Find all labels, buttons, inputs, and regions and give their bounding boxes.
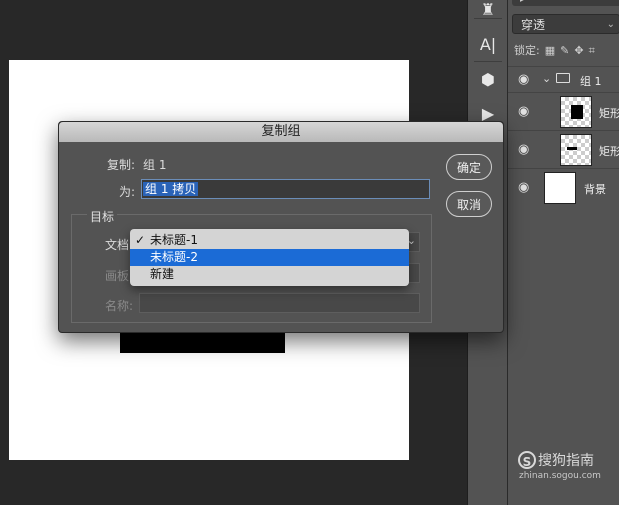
dialog-title: 复制组 bbox=[59, 122, 503, 142]
lock-label: 锁定: bbox=[514, 44, 540, 57]
blend-mode-value: 穿透 bbox=[521, 18, 546, 32]
layer-row-rect2[interactable]: ◉ 矩形 bbox=[508, 130, 619, 169]
lock-position-icon[interactable]: ✥ bbox=[574, 44, 583, 57]
lock-paint-icon[interactable]: ✎ bbox=[560, 44, 569, 57]
watermark-text: 搜狗指南 bbox=[538, 453, 594, 469]
option-label: 未标题-1 bbox=[150, 233, 198, 247]
sogou-logo-icon: S bbox=[518, 451, 536, 469]
layer-name: 矩形 bbox=[599, 145, 619, 158]
as-label: 为: bbox=[119, 185, 136, 199]
artboard-label: 画板 bbox=[105, 269, 130, 283]
layer-thumbnail bbox=[544, 172, 576, 204]
visibility-eye-icon[interactable]: ◉ bbox=[518, 104, 529, 119]
as-name-input[interactable]: 组 1 拷贝 bbox=[141, 179, 430, 199]
duplicate-value: 组 1 bbox=[143, 158, 167, 172]
layers-panel: ▸ 穿透 ⌄ 锁定: ▦ ✎ ✥ ⌗ ◉ ⌄ 组 1 ◉ 矩形 ◉ 矩形 ◉ 背景 bbox=[507, 0, 619, 505]
document-dropdown-menu: ✓ 未标题-1 未标题-2 新建 bbox=[130, 229, 409, 286]
text-options-icon[interactable]: A| bbox=[468, 27, 508, 61]
as-name-value: 组 1 拷贝 bbox=[143, 182, 199, 196]
dropdown-option-highlighted[interactable]: 未标题-2 bbox=[130, 249, 409, 266]
name-label: 名称: bbox=[105, 299, 134, 313]
stamp-icon[interactable]: ♜ bbox=[468, 0, 508, 19]
lock-row: 锁定: ▦ ✎ ✥ ⌗ bbox=[514, 42, 600, 60]
ok-button[interactable]: 确定 bbox=[446, 154, 492, 180]
layer-thumbnail bbox=[560, 134, 592, 166]
duplicate-label: 复制: bbox=[107, 158, 136, 172]
dropdown-option[interactable]: ✓ 未标题-1 bbox=[130, 232, 409, 249]
watermark: S 搜狗指南 bbox=[518, 450, 594, 470]
layer-name: 矩形 bbox=[599, 107, 619, 120]
name-input[interactable] bbox=[139, 293, 420, 313]
layer-name: 组 1 bbox=[580, 75, 602, 88]
duplicate-group-dialog: 复制组 复制: 组 1 为: 组 1 拷贝 目标 文档 ⌄ 画板 名称: 确定 … bbox=[58, 121, 504, 333]
checkmark-icon: ✓ bbox=[135, 233, 146, 247]
layer-name: 背景 bbox=[584, 183, 606, 196]
visibility-eye-icon[interactable]: ◉ bbox=[518, 180, 529, 195]
chevron-down-icon: ⌄ bbox=[606, 19, 615, 30]
layer-filter-dropdown[interactable]: ▸ bbox=[512, 0, 619, 6]
layer-thumbnail bbox=[560, 96, 592, 128]
layer-row-group[interactable]: ◉ ⌄ 组 1 bbox=[508, 66, 619, 93]
cancel-button[interactable]: 取消 bbox=[446, 191, 492, 217]
visibility-eye-icon[interactable]: ◉ bbox=[518, 142, 529, 157]
blend-mode-select[interactable]: 穿透 ⌄ bbox=[512, 14, 619, 34]
document-label: 文档 bbox=[105, 238, 130, 252]
dropdown-option[interactable]: 新建 bbox=[130, 266, 409, 283]
expand-chevron-icon[interactable]: ⌄ bbox=[542, 72, 551, 85]
lock-artboard-icon[interactable]: ⌗ bbox=[589, 44, 595, 57]
option-label: 未标题-2 bbox=[150, 250, 198, 264]
target-legend: 目标 bbox=[87, 208, 118, 225]
3d-cube-icon[interactable]: ⬢ bbox=[468, 62, 508, 96]
layer-row-rect1[interactable]: ◉ 矩形 bbox=[508, 92, 619, 131]
lock-transparency-icon[interactable]: ▦ bbox=[545, 44, 555, 57]
black-rectangle-shape bbox=[120, 332, 285, 353]
visibility-eye-icon[interactable]: ◉ bbox=[518, 72, 529, 87]
option-label: 新建 bbox=[150, 267, 175, 281]
layer-row-background[interactable]: ◉ 背景 bbox=[508, 168, 619, 207]
folder-icon bbox=[556, 73, 570, 83]
watermark-url: zhinan.sogou.com bbox=[519, 471, 601, 481]
